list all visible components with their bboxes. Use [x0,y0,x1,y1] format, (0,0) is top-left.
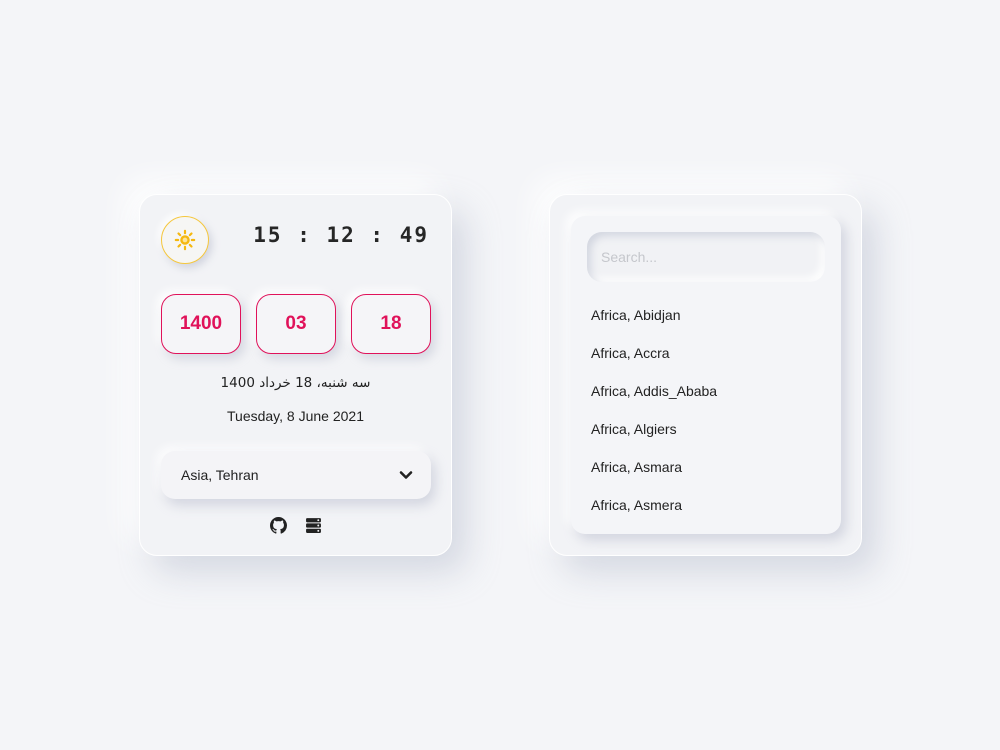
timezone-list-item[interactable]: Africa, Asmera [591,486,717,524]
month-box: 03 [256,294,336,354]
server-icon[interactable] [305,517,322,534]
github-icon[interactable] [269,517,287,534]
timezone-select[interactable]: Asia, Tehran [161,451,431,499]
clock-card: 15 : 12 : 49 1400 03 18 سه شنبه، 18 خردا… [139,194,452,556]
timezone-list: Africa, Abidjan Africa, Accra Africa, Ad… [591,296,717,524]
search-input[interactable] [587,232,825,282]
timezone-list-card: Africa, Abidjan Africa, Accra Africa, Ad… [549,194,862,556]
footer-links [140,517,451,534]
timezone-list-item[interactable]: Africa, Accra [591,334,717,372]
chevron-down-icon [399,468,413,482]
day-box: 18 [351,294,431,354]
theme-toggle-button[interactable] [161,216,209,264]
timezone-list-item[interactable]: Africa, Abidjan [591,296,717,334]
timezone-select-value: Asia, Tehran [181,467,259,483]
timezone-list-item[interactable]: Africa, Asmara [591,448,717,486]
sun-icon [174,229,196,251]
clock-time: 15 : 12 : 49 [253,223,429,247]
gregorian-date: Tuesday, 8 June 2021 [227,408,364,424]
timezone-list-item[interactable]: Africa, Algiers [591,410,717,448]
timezone-panel: Africa, Abidjan Africa, Accra Africa, Ad… [571,216,841,534]
timezone-list-item[interactable]: Africa, Addis_Ababa [591,372,717,410]
year-box: 1400 [161,294,241,354]
persian-date: سه شنبه، 18 خرداد 1400 [220,375,371,391]
